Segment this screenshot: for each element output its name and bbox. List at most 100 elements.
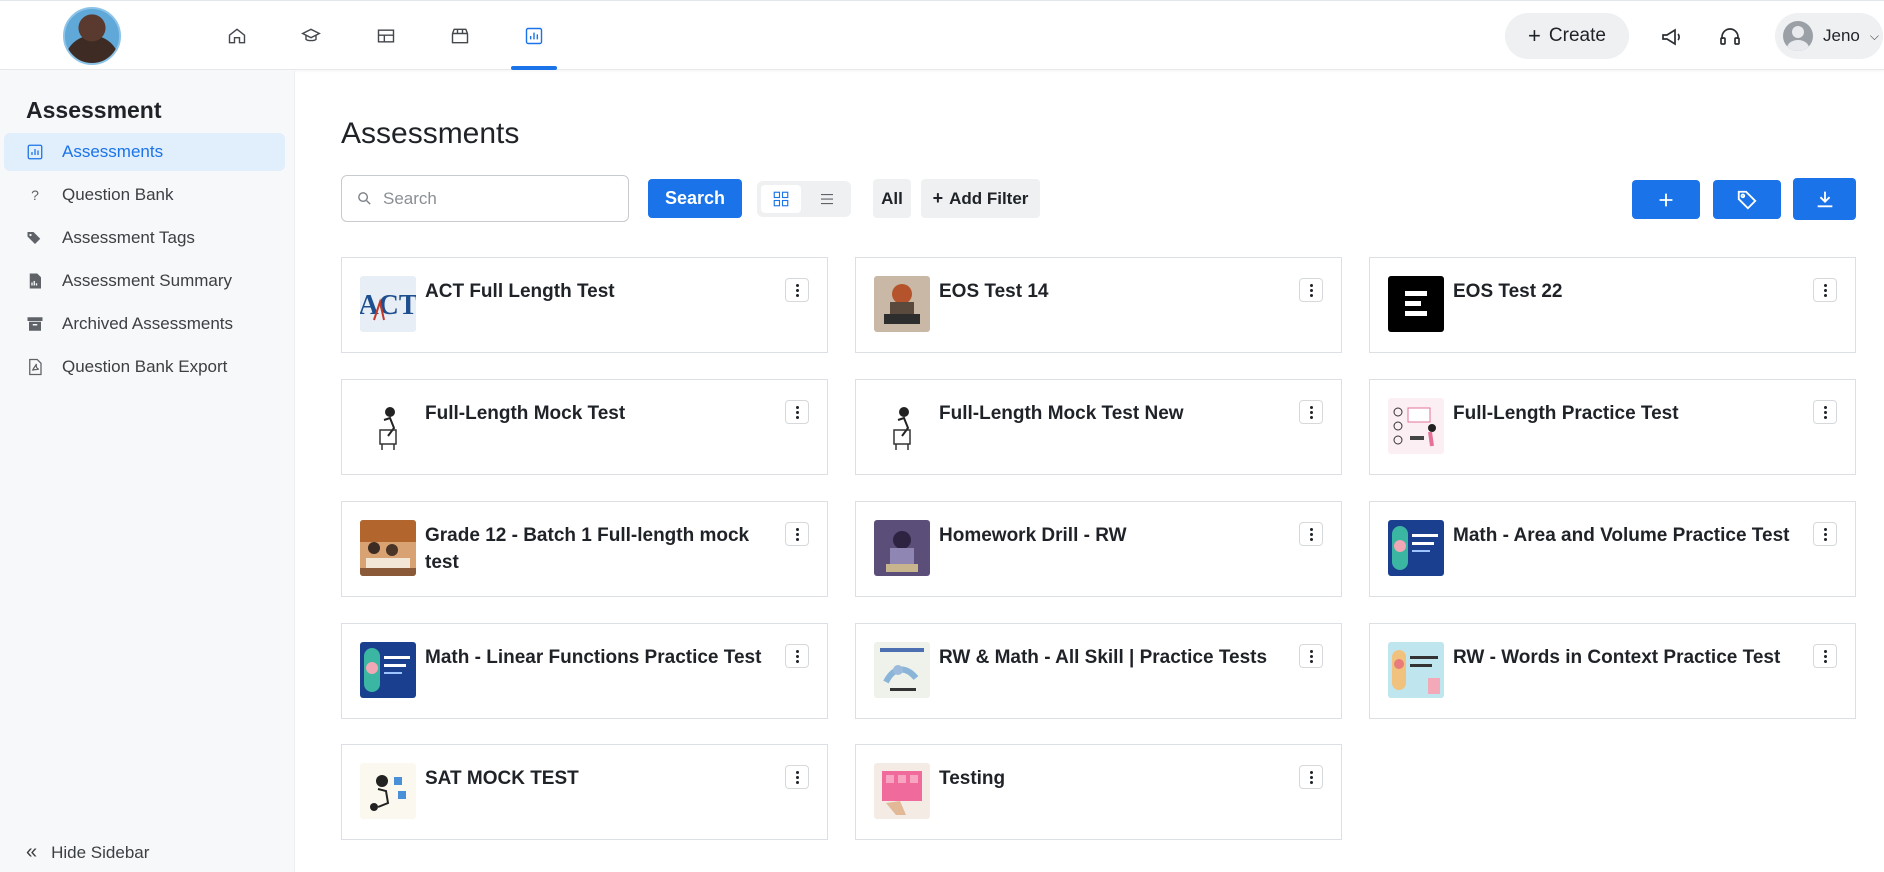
add-assessment-button[interactable] xyxy=(1632,180,1700,219)
assessment-title[interactable]: RW - Words in Context Practice Test xyxy=(1453,644,1793,671)
add-filter-button[interactable]: + Add Filter xyxy=(921,179,1040,218)
headset-icon[interactable] xyxy=(1716,23,1744,51)
assessment-title[interactable]: Grade 12 - Batch 1 Full-length mock test xyxy=(425,522,765,576)
sidebar-item-assessment-tags[interactable]: Assessment Tags xyxy=(4,219,285,257)
hide-sidebar-label: Hide Sidebar xyxy=(51,842,150,862)
download-button[interactable] xyxy=(1793,178,1856,220)
grid-view-button[interactable] xyxy=(761,185,801,213)
graduation-cap-icon[interactable] xyxy=(291,19,331,53)
all-filter-button[interactable]: All xyxy=(873,179,911,218)
more-options-icon[interactable] xyxy=(1299,644,1323,668)
search-input[interactable] xyxy=(383,188,603,209)
assessment-title[interactable]: Full-Length Mock Test xyxy=(425,400,765,427)
create-label: Create xyxy=(1548,25,1606,46)
assessment-card[interactable]: Full-Length Mock Test New xyxy=(855,379,1342,475)
more-options-icon[interactable] xyxy=(1813,400,1837,424)
assessment-title[interactable]: ACT Full Length Test xyxy=(425,278,765,305)
assessment-card[interactable]: Math - Linear Functions Practice Test xyxy=(341,623,828,719)
bar-chart-icon[interactable] xyxy=(514,19,554,53)
assessment-thumbnail xyxy=(1388,520,1444,576)
add-filter-label: Add Filter xyxy=(949,188,1029,208)
assessment-card[interactable]: Testing xyxy=(855,744,1342,840)
assessment-title[interactable]: RW & Math - All Skill | Practice Tests xyxy=(939,644,1279,671)
assessment-thumbnail xyxy=(1388,642,1444,698)
assessment-card[interactable]: Full-Length Mock Test xyxy=(341,379,828,475)
assessment-card[interactable]: RW & Math - All Skill | Practice Tests xyxy=(855,623,1342,719)
user-name: Jeno xyxy=(1823,26,1860,45)
sidebar-item-assessment-summary[interactable]: Assessment Summary xyxy=(4,262,285,300)
more-options-icon[interactable] xyxy=(1299,278,1323,302)
assessment-card[interactable]: EOS Test 14 xyxy=(855,257,1342,353)
document-chart-icon xyxy=(26,272,44,290)
user-menu[interactable]: Jeno ⌵ xyxy=(1775,13,1883,59)
more-options-icon[interactable] xyxy=(1299,400,1323,424)
svg-text:ACT: ACT xyxy=(360,290,416,321)
assessment-thumbnail xyxy=(1388,276,1444,332)
search-field[interactable] xyxy=(341,175,629,222)
assessment-card[interactable]: ACT ACT Full Length Test xyxy=(341,257,828,353)
assessment-title[interactable]: EOS Test 22 xyxy=(1453,278,1793,305)
store-icon[interactable] xyxy=(440,19,480,53)
plus-icon: + xyxy=(932,188,944,208)
plus-icon xyxy=(1659,193,1673,206)
assessment-thumbnail xyxy=(874,642,930,698)
sidebar-item-archived-assessments[interactable]: Archived Assessments xyxy=(4,305,285,343)
assessment-title[interactable]: Testing xyxy=(939,765,1279,792)
archive-icon xyxy=(26,315,44,333)
assessment-title[interactable]: Homework Drill - RW xyxy=(939,522,1279,549)
top-bar: + Create Jeno ⌵ xyxy=(0,0,1884,70)
assessment-title[interactable]: EOS Test 14 xyxy=(939,278,1279,305)
assessment-card[interactable]: EOS Test 22 xyxy=(1369,257,1856,353)
pdf-file-icon xyxy=(26,358,44,376)
assessment-title[interactable]: SAT MOCK TEST xyxy=(425,765,765,792)
more-options-icon[interactable] xyxy=(785,278,809,302)
assessment-thumbnail xyxy=(874,520,930,576)
assessment-card[interactable]: Homework Drill - RW xyxy=(855,501,1342,597)
hide-sidebar-button[interactable]: « Hide Sidebar xyxy=(26,841,149,864)
more-options-icon[interactable] xyxy=(1813,278,1837,302)
assessment-thumbnail xyxy=(360,642,416,698)
sidebar-item-assessments[interactable]: Assessments xyxy=(4,133,285,171)
user-avatar xyxy=(1783,21,1813,51)
search-icon xyxy=(358,192,371,205)
more-options-icon[interactable] xyxy=(785,644,809,668)
search-button[interactable]: Search xyxy=(648,179,742,218)
assessment-card[interactable]: RW - Words in Context Practice Test xyxy=(1369,623,1856,719)
megaphone-icon[interactable] xyxy=(1658,23,1686,51)
assessment-title[interactable]: Math - Area and Volume Practice Test xyxy=(1453,522,1793,549)
assessment-title[interactable]: Full-Length Mock Test New xyxy=(939,400,1279,427)
more-options-icon[interactable] xyxy=(1813,522,1837,546)
assessment-card[interactable]: Math - Area and Volume Practice Test xyxy=(1369,501,1856,597)
assessment-card[interactable]: SAT MOCK TEST xyxy=(341,744,828,840)
tag-icon xyxy=(1737,190,1757,210)
double-chevron-left-icon: « xyxy=(26,841,38,863)
more-options-icon[interactable] xyxy=(1299,522,1323,546)
active-nav-indicator xyxy=(511,66,557,70)
sidebar-item-question-bank[interactable]: ? Question Bank xyxy=(4,176,285,214)
more-options-icon[interactable] xyxy=(1813,644,1837,668)
sidebar-item-label: Question Bank xyxy=(62,185,174,204)
list-view-button[interactable] xyxy=(807,185,847,213)
assessment-card[interactable]: Grade 12 - Batch 1 Full-length mock test xyxy=(341,501,828,597)
sidebar: Assessment Assessments ? Question Bank A… xyxy=(0,71,295,872)
chevron-down-icon: ⌵ xyxy=(1869,28,1879,43)
assessment-thumbnail: ACT xyxy=(360,276,416,332)
assessment-thumbnail xyxy=(874,398,930,454)
create-button[interactable]: + Create xyxy=(1505,13,1629,59)
assessment-title[interactable]: Math - Linear Functions Practice Test xyxy=(425,644,765,671)
more-options-icon[interactable] xyxy=(785,765,809,789)
assessment-title[interactable]: Full-Length Practice Test xyxy=(1453,400,1793,427)
more-options-icon[interactable] xyxy=(785,400,809,424)
dashboard-icon[interactable] xyxy=(366,19,406,53)
sidebar-item-label: Question Bank Export xyxy=(62,357,228,376)
assessment-thumbnail xyxy=(360,763,416,819)
sidebar-item-question-bank-export[interactable]: Question Bank Export xyxy=(4,348,285,386)
assessment-card[interactable]: Full-Length Practice Test xyxy=(1369,379,1856,475)
assessment-thumbnail xyxy=(874,763,930,819)
more-options-icon[interactable] xyxy=(785,522,809,546)
profile-avatar[interactable] xyxy=(63,7,121,65)
tag-button[interactable] xyxy=(1713,180,1781,219)
home-icon[interactable] xyxy=(217,19,257,53)
download-icon xyxy=(1817,191,1832,208)
more-options-icon[interactable] xyxy=(1299,765,1323,789)
